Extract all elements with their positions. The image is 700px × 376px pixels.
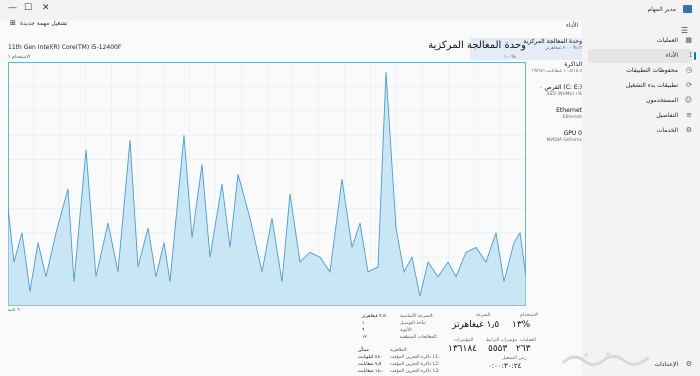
detail-label: ذاكرة التخزين المؤقت L3: bbox=[390, 369, 440, 374]
device-name: Ethernet bbox=[556, 107, 582, 114]
detail-value: ٤٨٠ كيلوبايت bbox=[358, 355, 383, 360]
maximize-button[interactable]: ☐ bbox=[24, 3, 32, 13]
nav-item-0[interactable]: ▦ العمليات bbox=[588, 34, 692, 48]
device-name: GPU 0 bbox=[563, 130, 582, 137]
startup-icon: ⟳ bbox=[686, 81, 692, 89]
nav-item-label: تطبيقات بدء التشغيل bbox=[625, 82, 678, 89]
device-subtitle: ١٠.٥/١٥.٧ غيغابايت (٦٧%) bbox=[532, 69, 582, 74]
detail-label: الأنوية: bbox=[400, 328, 413, 333]
speed-value: ١٫٥ غيغاهرتز bbox=[452, 320, 500, 330]
graph-caption-right: ١٠٠% bbox=[504, 55, 516, 60]
nav-item-label: محفوظات التطبيقات bbox=[626, 67, 678, 74]
processes-value: ٢٦٣ bbox=[516, 344, 531, 354]
cpu-usage-graph bbox=[8, 62, 526, 306]
nav-item-6[interactable]: ⚙ الخدمات bbox=[588, 124, 692, 138]
device-subtitle: NVIDIA GeForce bbox=[546, 138, 582, 143]
title-bar: — ☐ ✕ مدير المهام bbox=[0, 0, 700, 20]
puzzle-icon: ⚙ bbox=[685, 126, 692, 134]
device-name: الذاكرة bbox=[564, 61, 582, 68]
uptime-label: زمن التشغيل bbox=[502, 356, 527, 361]
gear-icon: ⚙ bbox=[685, 360, 692, 368]
task-manager-icon bbox=[683, 5, 692, 13]
handles-label: المؤشرات bbox=[454, 338, 474, 343]
handles-value: ١٣٦١٨٤ bbox=[448, 344, 478, 354]
detail-label: ذاكرة التخزين المؤقت L2: bbox=[390, 362, 440, 367]
nav-item-2[interactable]: ◷ محفوظات التطبيقات bbox=[588, 64, 692, 78]
graph-caption-left: ٪ الاستخدام bbox=[8, 55, 31, 60]
cpu-model: 11th Gen Intel(R) Core(TM) i5-12400F bbox=[8, 44, 122, 51]
minimize-button[interactable]: — bbox=[8, 3, 17, 13]
nav-item-1[interactable]: ⟟ الأداء bbox=[588, 49, 696, 63]
device-name: وحدة المعالجة المركزية bbox=[523, 38, 582, 45]
new-task-icon[interactable]: ⊞ bbox=[10, 19, 16, 27]
nav-item-label: العمليات bbox=[656, 37, 678, 44]
detail-value: ٢.٥٠ غيغاهرتز bbox=[362, 314, 388, 319]
list-icon: ≡ bbox=[686, 111, 692, 119]
nav-item-label: المستخدمون bbox=[646, 97, 678, 104]
app-title: مدير المهام bbox=[647, 6, 676, 13]
speed-label: السرعة bbox=[476, 313, 491, 318]
detail-label: السرعة الأساسية: bbox=[400, 314, 434, 319]
threads-value: ٥٥٥٣ bbox=[488, 344, 508, 354]
nav-item-label: التفاصيل bbox=[656, 112, 678, 119]
graph-foot-left: ٦٠ ثانية bbox=[8, 308, 22, 313]
grid-icon: ▦ bbox=[685, 36, 692, 44]
uptime-value: ٠:٠٠:٣٠:٢٤ bbox=[488, 362, 522, 370]
settings-label: الإعدادات bbox=[654, 361, 678, 368]
nav-item-3[interactable]: ⟳ تطبيقات بدء التشغيل bbox=[588, 79, 692, 93]
device-subtitle: SSD (NVMe) ١% bbox=[546, 92, 582, 97]
processes-label: العمليات bbox=[520, 338, 536, 343]
device-subtitle: Ethernet bbox=[562, 115, 582, 120]
nav-item-label: الأداء bbox=[665, 52, 678, 59]
utilization-label: الاستخدام bbox=[520, 313, 539, 318]
page-title: الأداء bbox=[566, 22, 579, 29]
nav-item-4[interactable]: ☺ المستخدمون bbox=[588, 94, 692, 108]
utilization-value: ١٣% bbox=[512, 320, 531, 330]
detail-label: مآخذ التوصيل: bbox=[400, 321, 427, 326]
detail-label: الظاهرية: bbox=[390, 348, 408, 353]
watermark-logo bbox=[562, 352, 650, 367]
detail-value: ٦ bbox=[362, 328, 365, 333]
threads-label: مؤشرات الترابط bbox=[486, 338, 518, 343]
nav-pane: ☰ ▦ العمليات ⟟ الأداء ◷ محفوظات التطبيقات ⟳ تطب… bbox=[582, 20, 700, 376]
device-subtitle: ١٣% ٢.٠٠ غيغاهرتز bbox=[545, 46, 582, 51]
nav-item-label: الخدمات bbox=[656, 127, 678, 134]
new-task-button[interactable]: تشغيل مهمة جديدة bbox=[20, 20, 68, 27]
detail-label: المعالجات المنطقية: bbox=[400, 335, 438, 340]
cpu-title: وحدة المعالجة المركزية bbox=[428, 40, 526, 51]
detail-label: ذاكرة التخزين المؤقت L1: bbox=[390, 355, 440, 360]
detail-value: ١٢ bbox=[362, 335, 367, 340]
detail-value: ١٨٫٠ ميغابايت bbox=[358, 369, 384, 374]
history-icon: ◷ bbox=[685, 66, 692, 74]
detail-value: ممكّن bbox=[358, 348, 369, 353]
detail-value: ١ bbox=[362, 321, 365, 326]
nav-item-5[interactable]: ≡ التفاصيل bbox=[588, 109, 692, 123]
graph-foot-right: ٠ bbox=[512, 308, 515, 313]
detail-value: ٧٫٥ ميغابايت bbox=[358, 362, 382, 367]
close-button[interactable]: ✕ bbox=[42, 3, 50, 13]
device-name: القرص ٠ (C: E:) bbox=[539, 84, 582, 91]
users-icon: ☺ bbox=[684, 96, 692, 104]
chart-icon: ⟟ bbox=[689, 51, 692, 59]
